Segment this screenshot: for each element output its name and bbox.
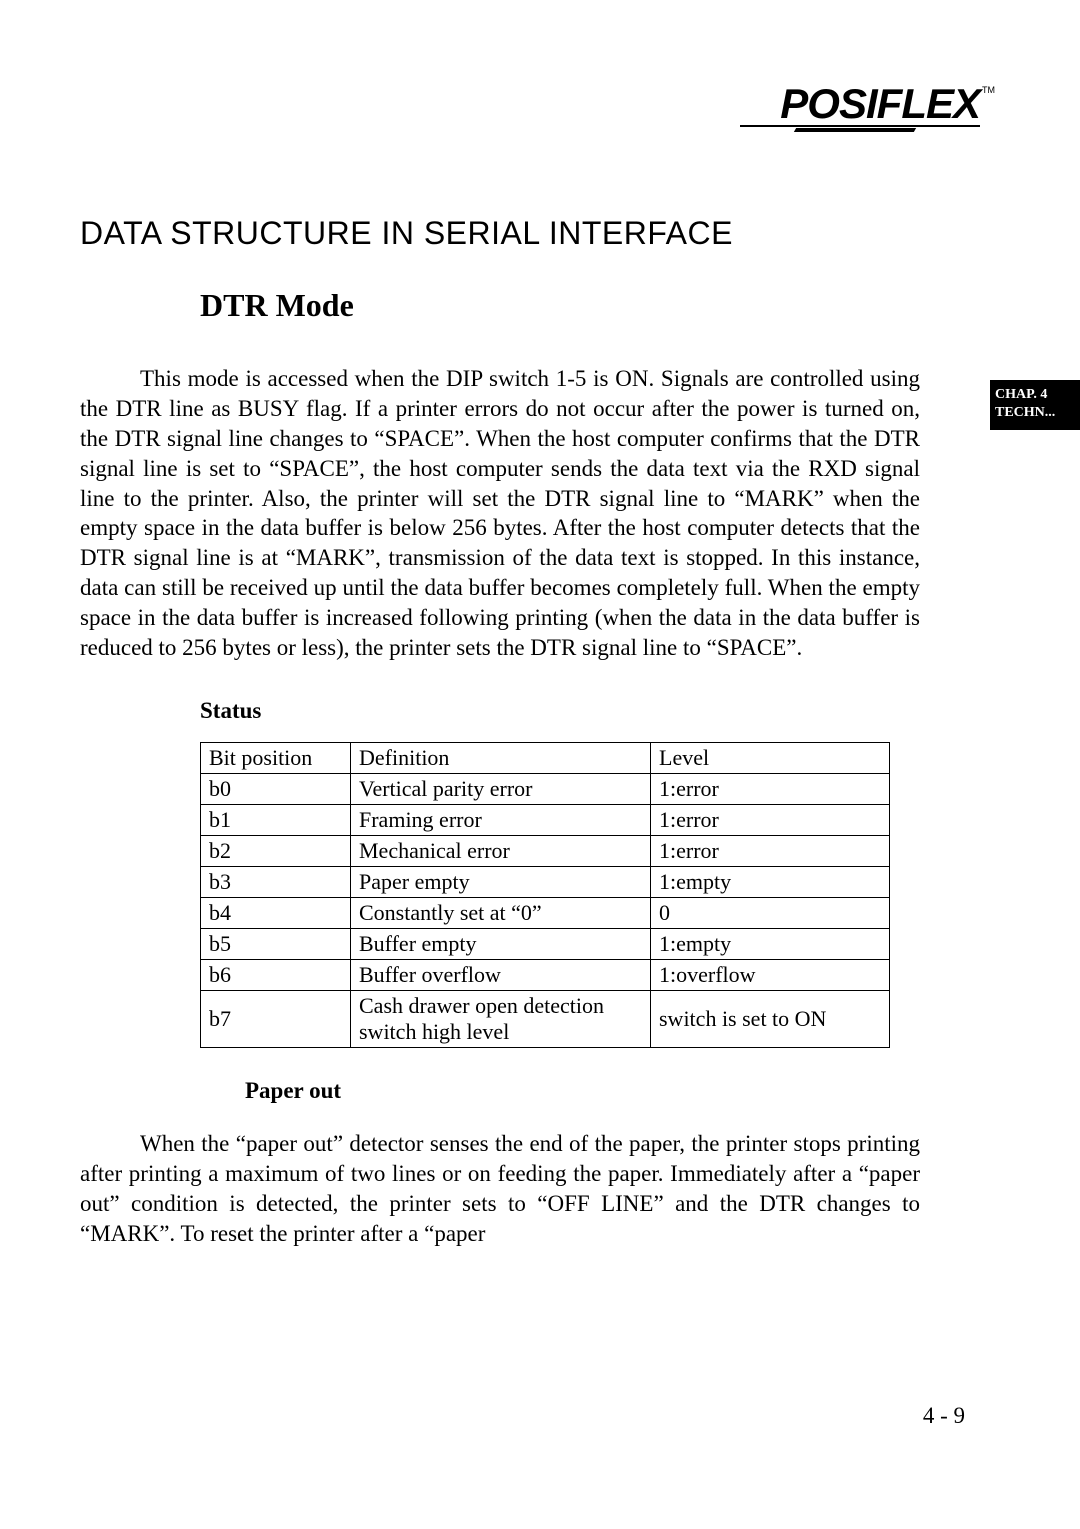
status-table: Bit position Definition Level b0 Vertica… [200,742,890,1048]
table-cell: b5 [201,928,351,959]
table-row: b3 Paper empty 1:empty [201,866,890,897]
table-cell: b7 [201,990,351,1047]
table-cell: switch is set to ON [651,990,890,1047]
table-header-cell: Level [651,742,890,773]
chapter-tab-line2: TECHN... [995,404,1075,422]
table-cell: Buffer empty [351,928,651,959]
logo-swoosh [794,128,916,132]
table-cell: Cash drawer open detection switch high l… [351,990,651,1047]
table-header-row: Bit position Definition Level [201,742,890,773]
table-row: b6 Buffer overflow 1:overflow [201,959,890,990]
table-cell: Paper empty [351,866,651,897]
table-cell: 1:overflow [651,959,890,990]
table-cell: Framing error [351,804,651,835]
paper-out-heading: Paper out [245,1078,920,1104]
table-cell: b0 [201,773,351,804]
table-cell: b4 [201,897,351,928]
table-row: b2 Mechanical error 1:error [201,835,890,866]
chapter-tab-line1: CHAP. 4 [995,386,1075,404]
table-cell: 1:error [651,804,890,835]
table-row: b5 Buffer empty 1:empty [201,928,890,959]
table-header-cell: Bit position [201,742,351,773]
brand-logo: POSIFLEX [780,80,980,128]
table-row: b4 Constantly set at “0” 0 [201,897,890,928]
page-content: DATA STRUCTURE IN SERIAL INTERFACE DTR M… [80,215,920,1278]
table-cell: 0 [651,897,890,928]
table-cell: Constantly set at “0” [351,897,651,928]
paper-out-paragraph: When the “paper out” detector senses the… [80,1129,920,1249]
logo-underline [740,125,980,127]
table-row: b1 Framing error 1:error [201,804,890,835]
table-cell: 1:empty [651,866,890,897]
chapter-tab: CHAP. 4 TECHN... [990,380,1080,430]
trademark-symbol: TM [982,85,995,95]
table-cell: b2 [201,835,351,866]
table-cell: Mechanical error [351,835,651,866]
table-row: b0 Vertical parity error 1:error [201,773,890,804]
main-heading: DATA STRUCTURE IN SERIAL INTERFACE [80,215,920,252]
table-cell: b1 [201,804,351,835]
dtr-mode-paragraph: This mode is accessed when the DIP switc… [80,364,920,663]
table-row: b7 Cash drawer open detection switch hig… [201,990,890,1047]
table-cell: Buffer overflow [351,959,651,990]
status-heading: Status [200,698,920,724]
table-cell: b6 [201,959,351,990]
page-number: 4 - 9 [923,1403,965,1429]
table-cell: 1:error [651,835,890,866]
table-cell: 1:empty [651,928,890,959]
table-cell: 1:error [651,773,890,804]
table-cell: b3 [201,866,351,897]
table-header-cell: Definition [351,742,651,773]
dtr-mode-heading: DTR Mode [200,287,920,324]
table-cell: Vertical parity error [351,773,651,804]
